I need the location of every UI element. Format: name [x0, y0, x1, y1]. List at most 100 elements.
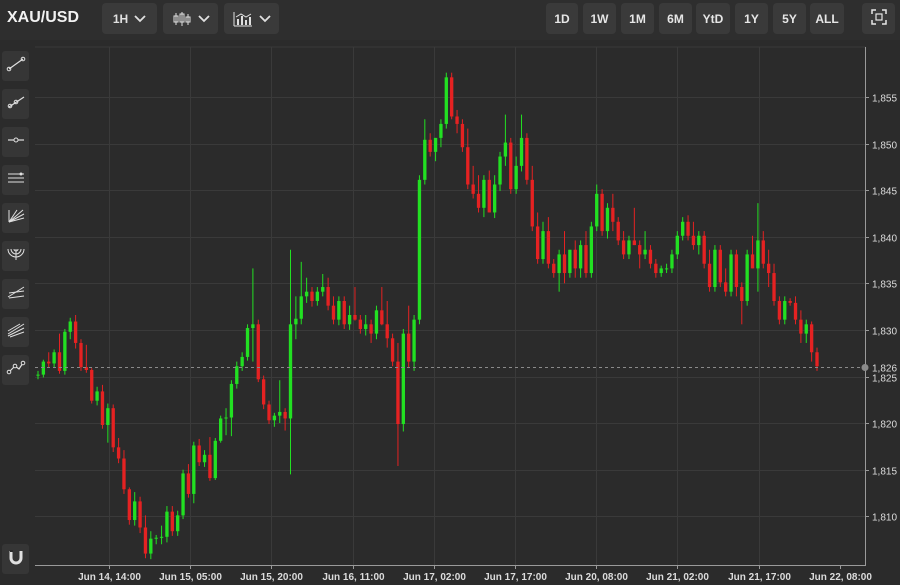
- candle-down[interactable]: [138, 496, 142, 534]
- tool-pitchfork[interactable]: [2, 317, 29, 347]
- candle-down[interactable]: [530, 165, 534, 232]
- candle-up[interactable]: [503, 114, 508, 166]
- candle-up[interactable]: [149, 531, 153, 560]
- candle-up[interactable]: [68, 317, 72, 340]
- candle-down[interactable]: [455, 109, 459, 134]
- tool-fib-retracement[interactable]: [2, 279, 29, 309]
- tool-parallel-channel[interactable]: [2, 165, 29, 195]
- candle-down[interactable]: [450, 72, 454, 120]
- candle-up[interactable]: [595, 184, 599, 232]
- candle-up[interactable]: [202, 450, 207, 467]
- candle-up[interactable]: [514, 156, 518, 194]
- candle-up[interactable]: [278, 380, 282, 424]
- candle-up[interactable]: [294, 296, 298, 340]
- candle-up[interactable]: [498, 151, 502, 192]
- candle-up[interactable]: [423, 119, 427, 185]
- candle-down[interactable]: [428, 133, 432, 157]
- candle-down[interactable]: [90, 368, 94, 404]
- candle-up[interactable]: [224, 408, 228, 436]
- tool-path[interactable]: [2, 355, 29, 385]
- tool-ray[interactable]: [2, 89, 29, 119]
- candle-up[interactable]: [181, 469, 185, 520]
- tool-fan[interactable]: [2, 203, 29, 233]
- candle-down[interactable]: [562, 231, 567, 284]
- candle-up[interactable]: [605, 203, 610, 239]
- range-button-1w[interactable]: 1W: [583, 3, 616, 34]
- candle-up[interactable]: [713, 245, 717, 292]
- candle-down[interactable]: [648, 245, 653, 269]
- candle-up[interactable]: [36, 370, 40, 380]
- candle-down[interactable]: [170, 506, 174, 536]
- candle-down[interactable]: [385, 301, 389, 348]
- candles[interactable]: [36, 72, 819, 560]
- candle-down[interactable]: [407, 305, 411, 369]
- candle-up[interactable]: [783, 296, 787, 325]
- candle-down[interactable]: [122, 450, 126, 494]
- candle-down[interactable]: [734, 249, 739, 297]
- candle-down[interactable]: [799, 310, 803, 343]
- candle-down[interactable]: [466, 128, 470, 190]
- candle-up[interactable]: [643, 231, 647, 260]
- candle-down[interactable]: [724, 268, 728, 297]
- candle-down[interactable]: [390, 333, 395, 367]
- candle-up[interactable]: [165, 506, 169, 543]
- candle-down[interactable]: [793, 296, 798, 325]
- candle-up[interactable]: [133, 492, 137, 526]
- price-chart[interactable]: 1,826 1,810 1,815 1,820 1,825 1,830 1,835 1,84…: [0, 0, 900, 585]
- candle-down[interactable]: [632, 207, 637, 246]
- range-button-all[interactable]: ALL: [810, 3, 844, 34]
- candle-down[interactable]: [718, 245, 722, 288]
- candle-down[interactable]: [638, 240, 642, 269]
- candle-up[interactable]: [578, 240, 583, 278]
- candle-down[interactable]: [573, 240, 577, 278]
- candle-up[interactable]: [664, 263, 669, 274]
- candle-down[interactable]: [127, 487, 131, 525]
- candle-up[interactable]: [541, 221, 545, 264]
- candle-up[interactable]: [159, 525, 164, 545]
- candle-down[interactable]: [331, 296, 336, 325]
- range-button-5y[interactable]: 5Y: [773, 3, 806, 34]
- candle-down[interactable]: [369, 319, 373, 343]
- candle-up[interactable]: [745, 249, 749, 306]
- candle-up[interactable]: [364, 314, 368, 336]
- candle-up[interactable]: [154, 534, 158, 545]
- candle-up[interactable]: [176, 510, 180, 536]
- candle-down[interactable]: [460, 119, 465, 152]
- candle-down[interactable]: [788, 298, 792, 306]
- candle-up[interactable]: [321, 273, 325, 297]
- candle-down[interactable]: [600, 189, 604, 236]
- fullscreen-button[interactable]: [862, 3, 895, 34]
- candle-up[interactable]: [52, 349, 56, 369]
- candle-down[interactable]: [621, 231, 626, 260]
- candle-down[interactable]: [772, 263, 776, 306]
- candle-up[interactable]: [589, 221, 594, 278]
- candle-up[interactable]: [304, 277, 309, 303]
- candle-down[interactable]: [525, 133, 529, 185]
- candle-down[interactable]: [261, 375, 266, 410]
- candle-up[interactable]: [41, 359, 46, 378]
- candle-down[interactable]: [509, 137, 513, 194]
- candle-up[interactable]: [240, 352, 244, 371]
- range-button-ytd[interactable]: YtD: [696, 3, 730, 34]
- candle-down[interactable]: [471, 165, 475, 199]
- candle-up[interactable]: [729, 249, 733, 297]
- candle-down[interactable]: [777, 296, 782, 325]
- candle-up[interactable]: [697, 231, 701, 255]
- candle-down[interactable]: [584, 231, 588, 278]
- range-button-1y[interactable]: 1Y: [735, 3, 768, 34]
- tool-trend-line[interactable]: [2, 51, 29, 81]
- candle-down[interactable]: [616, 217, 620, 246]
- candle-up[interactable]: [235, 361, 239, 389]
- candle-down[interactable]: [197, 438, 201, 466]
- candle-up[interactable]: [412, 314, 416, 371]
- candle-down[interactable]: [208, 437, 212, 481]
- candle-up[interactable]: [568, 249, 572, 278]
- candle-down[interactable]: [686, 215, 690, 241]
- candle-down[interactable]: [47, 352, 51, 368]
- candle-down[interactable]: [116, 438, 121, 464]
- candle-up[interactable]: [482, 175, 486, 218]
- candle-up[interactable]: [192, 441, 196, 504]
- candle-up[interactable]: [659, 265, 663, 277]
- candle-up[interactable]: [492, 175, 497, 219]
- candle-down[interactable]: [111, 404, 115, 452]
